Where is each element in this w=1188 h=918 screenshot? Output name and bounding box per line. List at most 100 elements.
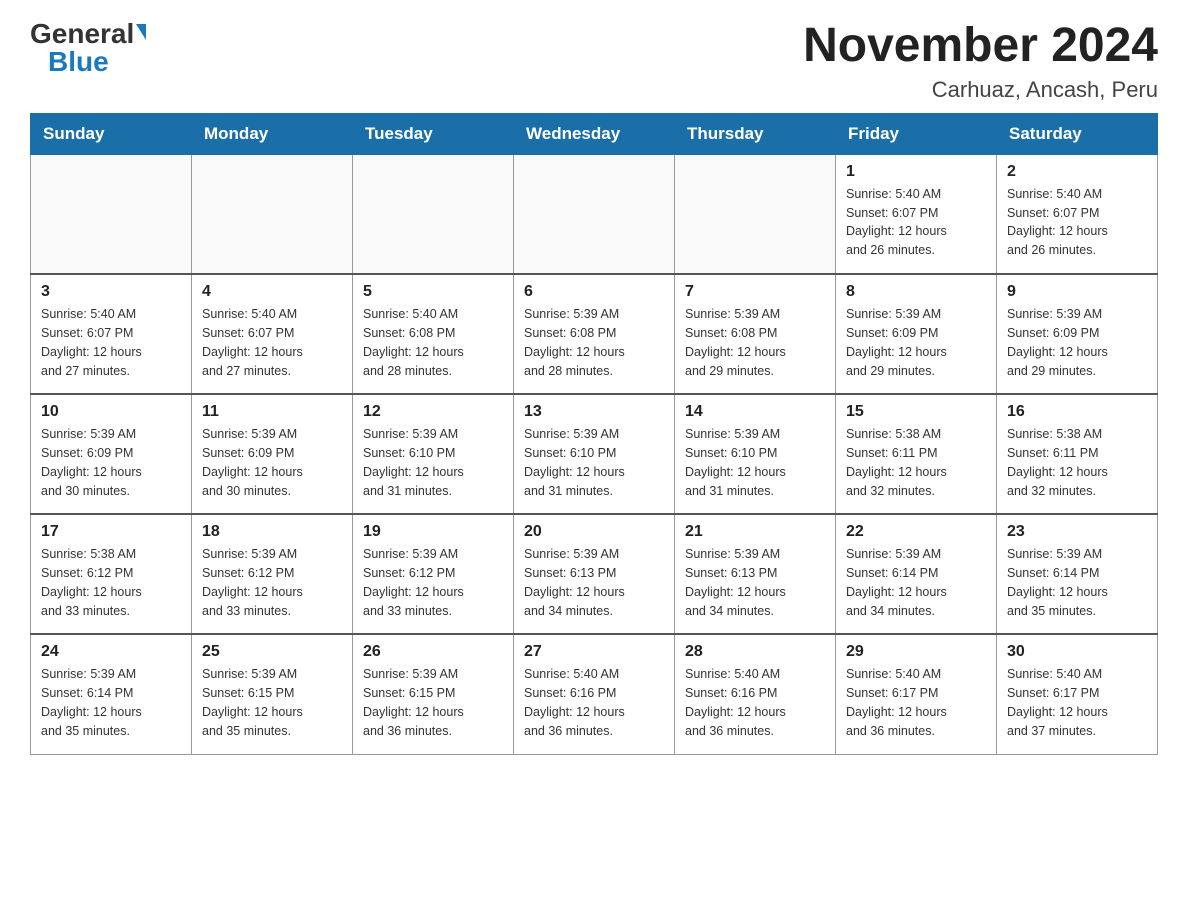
- day-number: 12: [363, 403, 503, 421]
- day-info: Sunrise: 5:39 AMSunset: 6:15 PMDaylight:…: [202, 665, 342, 740]
- calendar-cell: 16Sunrise: 5:38 AMSunset: 6:11 PMDayligh…: [997, 394, 1158, 514]
- calendar-cell: 23Sunrise: 5:39 AMSunset: 6:14 PMDayligh…: [997, 514, 1158, 634]
- day-info: Sunrise: 5:40 AMSunset: 6:17 PMDaylight:…: [1007, 665, 1147, 740]
- calendar-week-row: 1 Sunrise: 5:40 AMSunset: 6:07 PMDaylight…: [31, 154, 1158, 274]
- calendar-cell: 1 Sunrise: 5:40 AMSunset: 6:07 PMDaylight…: [836, 154, 997, 274]
- calendar-cell: 13 Sunrise: 5:39 AMSunset: 6:10 PMDayligh…: [514, 394, 675, 514]
- day-info: Sunrise: 5:40 AMSunset: 6:07 PMDaylight:…: [202, 305, 342, 380]
- calendar-cell: 26 Sunrise: 5:39 AMSunset: 6:15 PMDayligh…: [353, 634, 514, 754]
- day-number: 9: [1007, 283, 1147, 301]
- calendar-cell: [192, 154, 353, 274]
- day-info: Sunrise: 5:40 AMSunset: 6:08 PMDaylight:…: [363, 305, 503, 380]
- day-number: 27: [524, 643, 664, 661]
- day-info: Sunrise: 5:39 AMSunset: 6:09 PMDaylight:…: [41, 425, 181, 500]
- day-number: 7: [685, 283, 825, 301]
- day-of-week-wednesday: Wednesday: [514, 113, 675, 154]
- logo: General Blue: [30, 20, 146, 76]
- title-section: November 2024 Carhuaz, Ancash, Peru: [803, 20, 1158, 103]
- month-title: November 2024: [803, 20, 1158, 73]
- day-number: 19: [363, 523, 503, 541]
- logo-arrow-icon: [136, 24, 146, 40]
- calendar-cell: 18 Sunrise: 5:39 AMSunset: 6:12 PMDayligh…: [192, 514, 353, 634]
- calendar-week-row: 24Sunrise: 5:39 AMSunset: 6:14 PMDayligh…: [31, 634, 1158, 754]
- day-info: Sunrise: 5:39 AMSunset: 6:12 PMDaylight:…: [202, 545, 342, 620]
- calendar-cell: [514, 154, 675, 274]
- day-of-week-tuesday: Tuesday: [353, 113, 514, 154]
- day-number: 10: [41, 403, 181, 421]
- calendar-cell: 22Sunrise: 5:39 AMSunset: 6:14 PMDayligh…: [836, 514, 997, 634]
- day-number: 21: [685, 523, 825, 541]
- calendar-cell: 10 Sunrise: 5:39 AMSunset: 6:09 PMDayligh…: [31, 394, 192, 514]
- calendar-cell: 6Sunrise: 5:39 AMSunset: 6:08 PMDaylight…: [514, 274, 675, 394]
- day-number: 25: [202, 643, 342, 661]
- day-info: Sunrise: 5:39 AMSunset: 6:09 PMDaylight:…: [846, 305, 986, 380]
- day-of-week-thursday: Thursday: [675, 113, 836, 154]
- day-number: 4: [202, 283, 342, 301]
- day-info: Sunrise: 5:39 AMSunset: 6:13 PMDaylight:…: [524, 545, 664, 620]
- calendar-cell: [353, 154, 514, 274]
- day-info: Sunrise: 5:40 AMSunset: 6:16 PMDaylight:…: [524, 665, 664, 740]
- calendar-cell: 19 Sunrise: 5:39 AMSunset: 6:12 PMDayligh…: [353, 514, 514, 634]
- day-number: 20: [524, 523, 664, 541]
- day-number: 26: [363, 643, 503, 661]
- calendar-cell: 15 Sunrise: 5:38 AMSunset: 6:11 PMDayligh…: [836, 394, 997, 514]
- day-info: Sunrise: 5:39 AMSunset: 6:09 PMDaylight:…: [202, 425, 342, 500]
- day-info: Sunrise: 5:39 AMSunset: 6:08 PMDaylight:…: [524, 305, 664, 380]
- day-info: Sunrise: 5:39 AMSunset: 6:14 PMDaylight:…: [1007, 545, 1147, 620]
- day-number: 15: [846, 403, 986, 421]
- day-number: 28: [685, 643, 825, 661]
- day-info: Sunrise: 5:39 AMSunset: 6:10 PMDaylight:…: [524, 425, 664, 500]
- logo-general-text: General: [30, 20, 134, 48]
- day-number: 18: [202, 523, 342, 541]
- day-info: Sunrise: 5:39 AMSunset: 6:15 PMDaylight:…: [363, 665, 503, 740]
- calendar-week-row: 10 Sunrise: 5:39 AMSunset: 6:09 PMDayligh…: [31, 394, 1158, 514]
- calendar-cell: 29Sunrise: 5:40 AMSunset: 6:17 PMDayligh…: [836, 634, 997, 754]
- calendar-table: SundayMondayTuesdayWednesdayThursdayFrid…: [30, 113, 1158, 755]
- calendar-header-row: SundayMondayTuesdayWednesdayThursdayFrid…: [31, 113, 1158, 154]
- day-info: Sunrise: 5:39 AMSunset: 6:12 PMDaylight:…: [363, 545, 503, 620]
- day-number: 1: [846, 163, 986, 181]
- calendar-cell: 20 Sunrise: 5:39 AMSunset: 6:13 PMDayligh…: [514, 514, 675, 634]
- day-info: Sunrise: 5:39 AMSunset: 6:08 PMDaylight:…: [685, 305, 825, 380]
- day-info: Sunrise: 5:39 AMSunset: 6:10 PMDaylight:…: [685, 425, 825, 500]
- calendar-cell: 12Sunrise: 5:39 AMSunset: 6:10 PMDayligh…: [353, 394, 514, 514]
- calendar-cell: 25 Sunrise: 5:39 AMSunset: 6:15 PMDayligh…: [192, 634, 353, 754]
- calendar-cell: 21Sunrise: 5:39 AMSunset: 6:13 PMDayligh…: [675, 514, 836, 634]
- day-info: Sunrise: 5:40 AMSunset: 6:07 PMDaylight:…: [1007, 185, 1147, 260]
- day-info: Sunrise: 5:40 AMSunset: 6:16 PMDaylight:…: [685, 665, 825, 740]
- day-of-week-sunday: Sunday: [31, 113, 192, 154]
- calendar-cell: 11 Sunrise: 5:39 AMSunset: 6:09 PMDayligh…: [192, 394, 353, 514]
- calendar-cell: 4 Sunrise: 5:40 AMSunset: 6:07 PMDaylight…: [192, 274, 353, 394]
- day-number: 22: [846, 523, 986, 541]
- day-number: 3: [41, 283, 181, 301]
- calendar-cell: 17 Sunrise: 5:38 AMSunset: 6:12 PMDayligh…: [31, 514, 192, 634]
- day-number: 11: [202, 403, 342, 421]
- calendar-cell: [31, 154, 192, 274]
- calendar-cell: 30 Sunrise: 5:40 AMSunset: 6:17 PMDayligh…: [997, 634, 1158, 754]
- day-number: 17: [41, 523, 181, 541]
- calendar-cell: 5Sunrise: 5:40 AMSunset: 6:08 PMDaylight…: [353, 274, 514, 394]
- page-header: General Blue November 2024 Carhuaz, Anca…: [30, 20, 1158, 103]
- day-number: 30: [1007, 643, 1147, 661]
- calendar-cell: 24Sunrise: 5:39 AMSunset: 6:14 PMDayligh…: [31, 634, 192, 754]
- calendar-cell: 3 Sunrise: 5:40 AMSunset: 6:07 PMDaylight…: [31, 274, 192, 394]
- location-text: Carhuaz, Ancash, Peru: [803, 77, 1158, 103]
- day-number: 2: [1007, 163, 1147, 181]
- day-info: Sunrise: 5:40 AMSunset: 6:07 PMDaylight:…: [41, 305, 181, 380]
- calendar-cell: 14 Sunrise: 5:39 AMSunset: 6:10 PMDayligh…: [675, 394, 836, 514]
- calendar-cell: 8Sunrise: 5:39 AMSunset: 6:09 PMDaylight…: [836, 274, 997, 394]
- day-number: 24: [41, 643, 181, 661]
- logo-blue-text: Blue: [48, 48, 109, 76]
- calendar-cell: 9 Sunrise: 5:39 AMSunset: 6:09 PMDaylight…: [997, 274, 1158, 394]
- day-info: Sunrise: 5:38 AMSunset: 6:11 PMDaylight:…: [846, 425, 986, 500]
- calendar-week-row: 17 Sunrise: 5:38 AMSunset: 6:12 PMDayligh…: [31, 514, 1158, 634]
- calendar-cell: 7 Sunrise: 5:39 AMSunset: 6:08 PMDaylight…: [675, 274, 836, 394]
- day-number: 29: [846, 643, 986, 661]
- day-number: 13: [524, 403, 664, 421]
- day-info: Sunrise: 5:39 AMSunset: 6:09 PMDaylight:…: [1007, 305, 1147, 380]
- day-info: Sunrise: 5:40 AMSunset: 6:07 PMDaylight:…: [846, 185, 986, 260]
- day-info: Sunrise: 5:38 AMSunset: 6:12 PMDaylight:…: [41, 545, 181, 620]
- day-info: Sunrise: 5:38 AMSunset: 6:11 PMDaylight:…: [1007, 425, 1147, 500]
- day-number: 14: [685, 403, 825, 421]
- day-of-week-monday: Monday: [192, 113, 353, 154]
